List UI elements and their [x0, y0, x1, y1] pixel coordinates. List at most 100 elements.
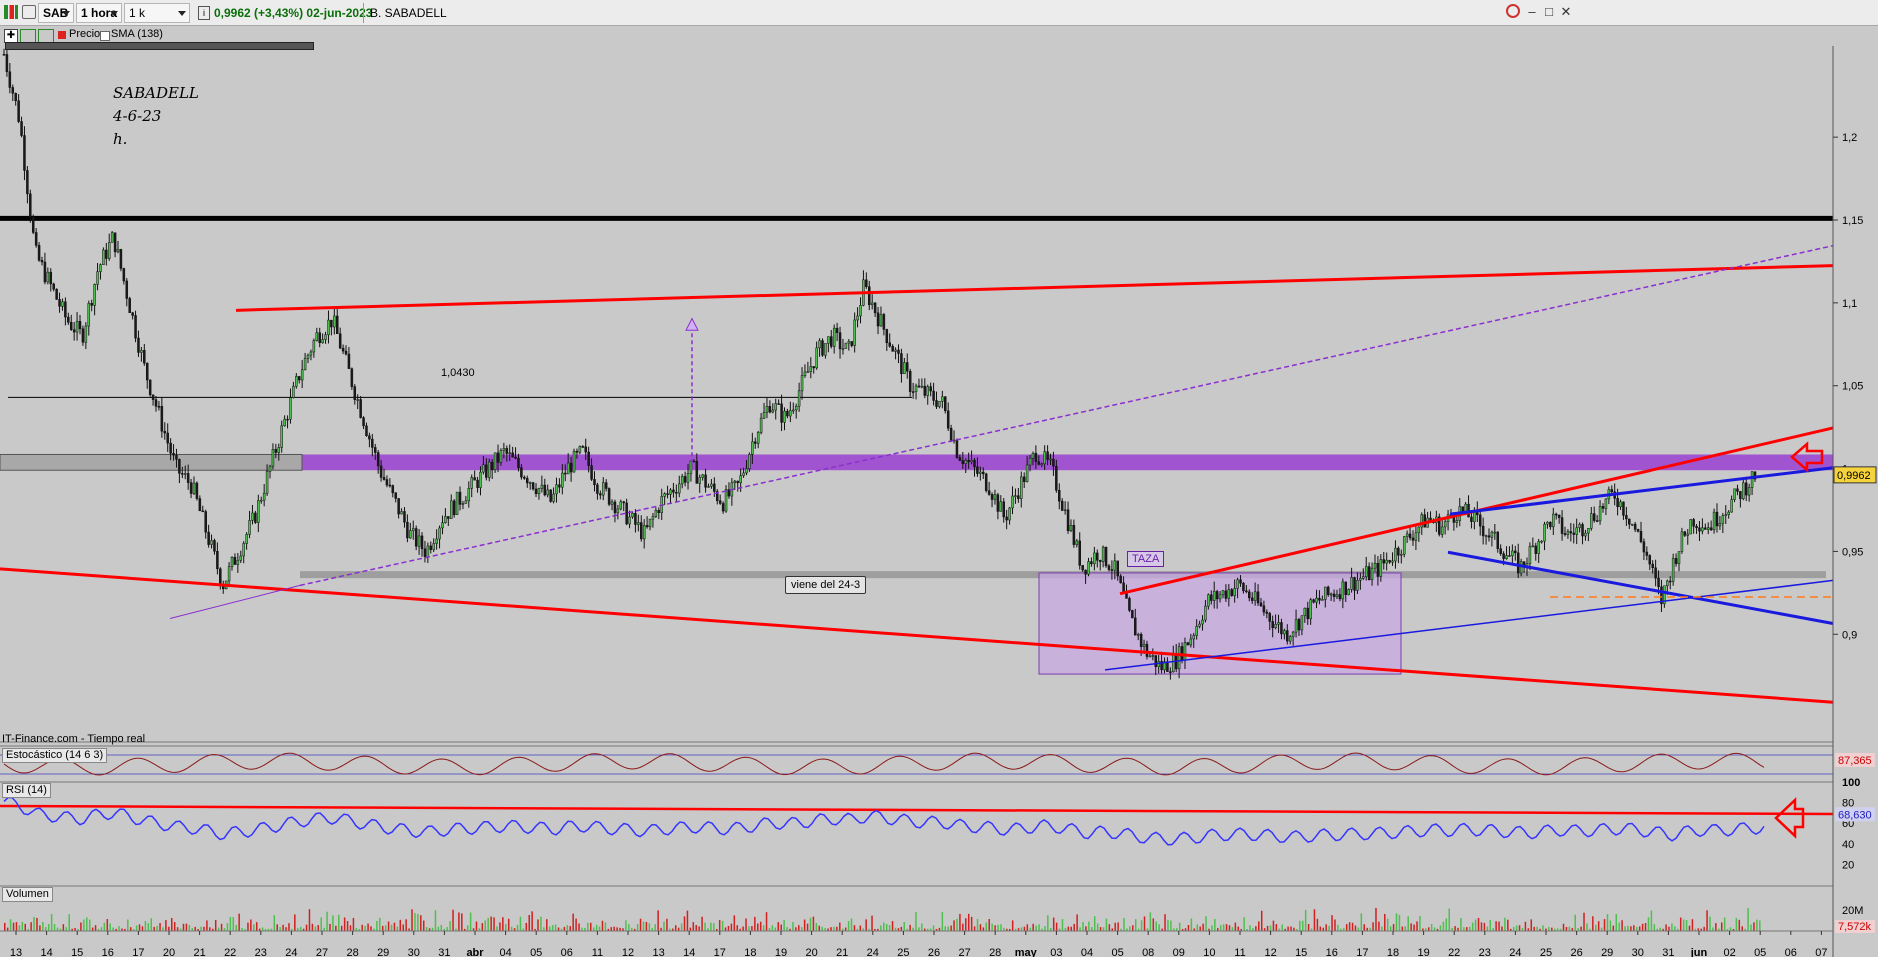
volume-bar	[1688, 925, 1691, 931]
x-tick-label: 11	[1234, 947, 1245, 957]
info-icon[interactable]: i	[198, 6, 210, 20]
volume-bar	[279, 927, 281, 931]
x-tick-label: 19	[1417, 947, 1429, 957]
candle	[163, 430, 167, 434]
volume-bar	[487, 917, 489, 931]
restore-icon[interactable]: □	[1541, 4, 1557, 20]
x-tick-label: 10	[1203, 947, 1215, 957]
candle	[1011, 495, 1014, 509]
volume-bar	[414, 913, 416, 931]
volume-bar	[1469, 926, 1471, 931]
price-legend-label[interactable]: Precio	[69, 28, 100, 40]
stochastic-label[interactable]: Estocástico (14 6 3)	[2, 748, 108, 763]
candle	[1040, 463, 1043, 466]
price-toggle-icon[interactable]	[20, 29, 36, 43]
candle	[1014, 495, 1017, 497]
candle	[482, 464, 485, 473]
volume-bar	[9, 919, 12, 931]
indicator-panels: 87,3652040608010068,63020M7,572k	[0, 745, 1875, 933]
volume-bar	[1052, 917, 1055, 931]
volume-bar	[944, 926, 947, 931]
settings-icon[interactable]	[22, 5, 36, 19]
volume-bar	[461, 913, 463, 931]
volume-bar	[214, 919, 217, 931]
candle	[1183, 642, 1187, 661]
volume-bar	[1442, 921, 1445, 931]
price-toggle-icon-2[interactable]	[38, 29, 54, 43]
volume-bar	[493, 917, 495, 931]
refresh-icon[interactable]	[1506, 4, 1520, 18]
candle	[262, 492, 266, 501]
volume-bar	[247, 922, 249, 931]
candle	[1405, 533, 1409, 537]
volume-bar	[1158, 924, 1160, 931]
volume-bar	[546, 919, 548, 931]
candle	[113, 232, 117, 253]
volume-label[interactable]: Volumen	[2, 887, 53, 902]
crosshair-icon[interactable]: ✚	[4, 29, 18, 43]
chevron-down-icon	[62, 11, 70, 16]
volume-bar	[129, 927, 132, 931]
candle	[622, 501, 625, 504]
volume-bar	[1674, 926, 1676, 931]
candle	[292, 385, 295, 398]
candle	[353, 386, 357, 400]
rsi-label[interactable]: RSI (14)	[2, 783, 51, 798]
x-tick-label: 16	[1326, 947, 1338, 957]
volume-bar	[399, 919, 402, 931]
candle	[99, 264, 102, 272]
volume-bar	[548, 926, 551, 931]
candle	[1569, 531, 1573, 534]
candle	[967, 460, 970, 463]
close-icon[interactable]: ✕	[1558, 4, 1574, 20]
candle	[783, 410, 786, 423]
sma-legend-label[interactable]: SMA (138)	[111, 28, 163, 40]
candle	[964, 460, 967, 464]
candle	[1619, 501, 1622, 507]
candle	[1353, 577, 1356, 591]
candle	[1563, 533, 1567, 535]
volume-bar	[900, 926, 903, 931]
candle	[1367, 566, 1371, 580]
volume-bar	[250, 919, 252, 931]
volume-bar	[1035, 925, 1037, 931]
candle	[1262, 605, 1266, 613]
candle	[1633, 523, 1637, 530]
x-tick-label: 15	[1295, 947, 1307, 957]
volume-bar	[276, 924, 278, 931]
candle	[809, 366, 813, 372]
candle	[1315, 597, 1318, 603]
volume-bar	[783, 919, 785, 931]
candle	[908, 370, 912, 392]
volume-bar	[1507, 919, 1509, 931]
volume-bar	[340, 925, 343, 931]
volume-bar	[88, 919, 91, 931]
chart-area[interactable]: 87,3652040608010068,63020M7,572k 0,90,95…	[0, 46, 1878, 957]
symbol-dropdown[interactable]: SAB	[38, 3, 74, 23]
volume-bar	[1562, 923, 1565, 931]
x-tick-label: abr	[466, 947, 484, 957]
candle	[1101, 546, 1105, 562]
candle	[654, 510, 658, 517]
candle	[543, 484, 547, 496]
chart-type-icon[interactable]	[4, 5, 18, 19]
volume-bar	[956, 918, 958, 931]
volume-bar	[1454, 926, 1456, 931]
candle	[756, 432, 760, 444]
candle	[701, 474, 704, 478]
candle	[651, 516, 655, 520]
x-tick-label: 18	[744, 947, 756, 957]
candle	[362, 417, 365, 427]
units-dropdown[interactable]: 1 k unidades	[124, 3, 190, 38]
minimize-icon[interactable]: –	[1524, 4, 1540, 20]
volume-bar	[384, 925, 387, 931]
candle	[1388, 559, 1391, 563]
volume-bar	[803, 919, 806, 931]
candle	[1326, 586, 1330, 595]
candle	[1464, 503, 1467, 512]
volume-bar	[36, 917, 38, 931]
candle	[590, 465, 593, 480]
timeframe-dropdown[interactable]: 1 hora	[76, 3, 122, 23]
candle	[1291, 631, 1295, 637]
candle	[178, 459, 181, 474]
